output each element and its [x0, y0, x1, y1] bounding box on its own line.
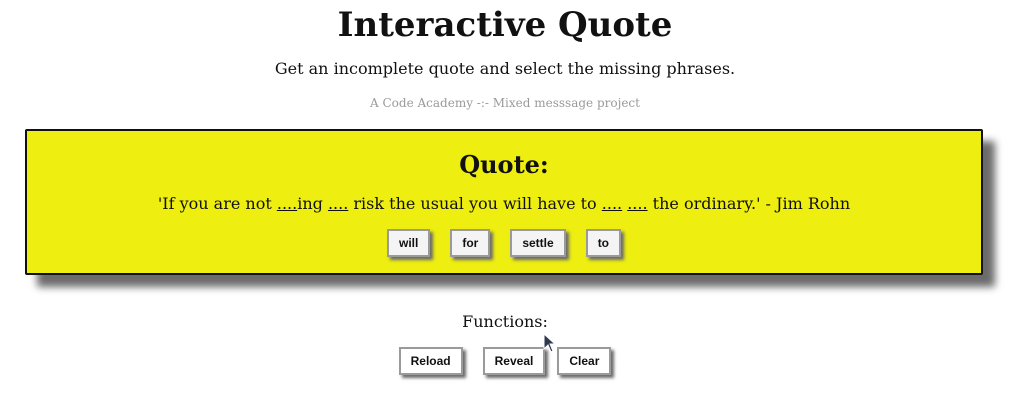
page-title: Interactive Quote: [337, 5, 673, 45]
word-button-for[interactable]: for: [450, 229, 491, 257]
credit-text: A Code Academy -:- Mixed messsage projec…: [370, 96, 640, 110]
quote-segment: the ordinary.' - Jim Rohn: [647, 194, 851, 213]
page-subtitle: Get an incomplete quote and select the m…: [274, 59, 736, 78]
quote-segment: risk the usual you will have to: [348, 194, 602, 213]
clear-button[interactable]: Clear: [557, 347, 612, 375]
function-buttons: Reload Reveal Clear: [0, 347, 1010, 375]
functions-label: Functions:: [462, 312, 548, 331]
quote-text: 'If you are not ....ing .... risk the us…: [27, 193, 981, 215]
quote-heading: Quote:: [459, 150, 549, 179]
quote-blank-2: ....: [327, 194, 349, 213]
word-button-settle[interactable]: settle: [510, 229, 566, 257]
word-button-will[interactable]: will: [386, 229, 431, 257]
quote-blank-4: ....: [627, 194, 648, 213]
reload-button[interactable]: Reload: [398, 347, 463, 375]
quote-blank-3: ....: [601, 194, 623, 213]
quote-panel: Quote: 'If you are not ....ing .... risk…: [25, 129, 983, 275]
word-button-to[interactable]: to: [585, 229, 622, 257]
reveal-button[interactable]: Reveal: [482, 347, 546, 375]
word-options: will for settle to: [27, 229, 981, 257]
quote-blank-1: ....: [276, 194, 298, 213]
page: Interactive Quote Get an incomplete quot…: [0, 0, 1024, 404]
mouse-pointer-icon: [543, 333, 557, 353]
quote-segment: 'If you are not: [157, 194, 277, 213]
quote-segment: ing: [297, 194, 328, 213]
